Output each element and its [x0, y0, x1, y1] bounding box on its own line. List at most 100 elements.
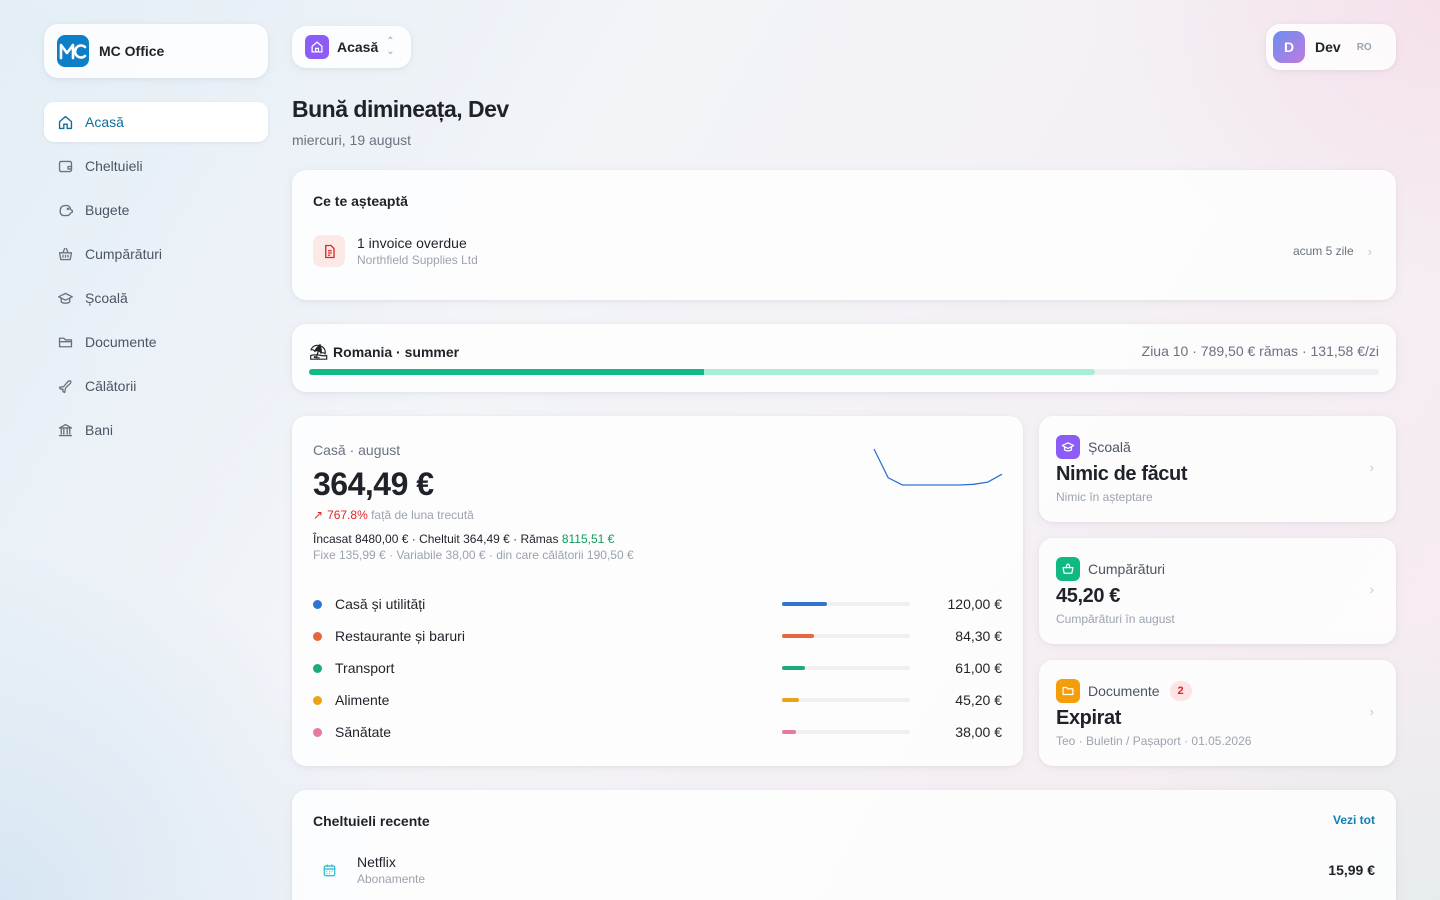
language-badge[interactable]: RO: [1357, 42, 1372, 53]
recent-expenses-card: Cheltuieli recente Vezi tot Netflix Abon…: [292, 790, 1396, 900]
school-subtitle: Nimic în așteptare: [1056, 490, 1153, 504]
home-change-pct: 767.8%: [327, 508, 368, 522]
sidebar-item-label: Școală: [85, 290, 128, 306]
trip-title: Romania · summer: [333, 344, 460, 360]
chevron-right-icon: ›: [1369, 582, 1374, 597]
sidebar-item-label: Acasă: [85, 114, 124, 130]
see-all-link[interactable]: Vezi tot: [1333, 813, 1375, 827]
trip-title-row: ⛱ Romania · summer: [309, 343, 459, 361]
trip-info: Ziua 10 · 789,50 € rămas · 131,58 €/zi: [1141, 343, 1379, 359]
basket-icon: [56, 245, 74, 263]
category-name: Alimente: [335, 692, 390, 708]
workspace-switcher[interactable]: Acasă ⌃ ⌄: [292, 26, 411, 68]
sidebar-item-cumparaturi[interactable]: Cumpărături: [44, 234, 268, 274]
category-bar-fill: [782, 730, 797, 734]
documents-title: Expirat: [1056, 707, 1122, 729]
home-budget-card[interactable]: Casă · august 364,49 € ↗ 767.8% față de l…: [292, 416, 1023, 766]
category-dot: [313, 599, 322, 609]
category-dot: [313, 663, 322, 673]
awaiting-title: Ce te așteaptă: [313, 193, 408, 209]
sidebar-item-label: Documente: [85, 334, 157, 350]
avatar: D: [1273, 31, 1305, 63]
documents-card-header: Documente 2: [1056, 679, 1192, 703]
school-label: Școală: [1088, 439, 1131, 455]
shopping-card-header: Cumpărături: [1056, 557, 1165, 581]
sidebar-item-label: Bani: [85, 422, 114, 438]
category-value: 84,30 €: [955, 628, 1002, 644]
bank-icon: [56, 421, 74, 439]
sparkline-path: [873, 448, 1003, 486]
category-bar-fill: [782, 666, 806, 670]
wallet-icon: [56, 157, 74, 175]
category-row[interactable]: Sănătate 38,00 €: [313, 716, 1002, 748]
page-date: miercuri, 19 august: [292, 132, 412, 148]
category-bar: [782, 698, 910, 702]
sidebar-item-calatorii[interactable]: Călătorii: [44, 366, 268, 406]
awaiting-item-subtitle: Northfield Supplies Ltd: [357, 253, 478, 267]
sidebar-item-label: Călătorii: [85, 378, 137, 394]
workspace-label: Acasă: [337, 39, 379, 55]
category-bar: [782, 666, 910, 670]
documents-subtitle: Teo · Buletin / Pașaport · 01.05.2026: [1056, 734, 1252, 748]
awaiting-item-title: 1 invoice overdue: [357, 235, 467, 251]
shopping-subtitle: Cumpărături în august: [1056, 612, 1175, 626]
home-breakdown: Fixe 135,99 € · Variabile 38,00 € · din …: [313, 548, 634, 562]
chevron-updown-icon: ⌃ ⌄: [386, 36, 395, 57]
category-bar-fill: [782, 634, 814, 638]
awaiting-card: Ce te așteaptă 1 invoice overdue Northfi…: [292, 170, 1396, 300]
brand-logo: [57, 35, 89, 67]
calendar-icon: [313, 863, 345, 878]
category-bar-fill: [782, 698, 799, 702]
sidebar-item-label: Bugete: [85, 202, 130, 218]
brand-card[interactable]: MC Office: [44, 24, 268, 78]
documents-label: Documente: [1088, 683, 1160, 699]
category-row[interactable]: Transport 61,00 €: [313, 652, 1002, 684]
awaiting-item[interactable]: 1 invoice overdue Northfield Supplies Lt…: [313, 234, 1372, 268]
school-card-header: Școală: [1056, 435, 1131, 459]
school-title: Nimic de făcut: [1056, 463, 1188, 485]
chevron-right-icon: ›: [1367, 243, 1372, 259]
sidebar-item-scoala[interactable]: Școală: [44, 278, 268, 318]
home-icon: [305, 35, 329, 59]
folder-icon: [56, 333, 74, 351]
folder-icon: [1056, 679, 1080, 703]
sidebar-item-label: Cheltuieli: [85, 158, 143, 174]
home-icon: [56, 113, 74, 131]
documents-card[interactable]: Documente 2 Expirat Teo · Buletin / Pașa…: [1039, 660, 1396, 766]
category-row[interactable]: Restaurante și baruri 84,30 €: [313, 620, 1002, 652]
sidebar-item-bugete[interactable]: Bugete: [44, 190, 268, 230]
category-row[interactable]: Casă și utilități 120,00 €: [313, 588, 1002, 620]
sidebar-item-documente[interactable]: Documente: [44, 322, 268, 362]
expense-row[interactable]: Netflix Abonamente 15,99 €: [313, 852, 1375, 888]
category-row[interactable]: Alimente 45,20 €: [313, 684, 1002, 716]
brand-name: MC Office: [99, 43, 165, 59]
documents-count-badge: 2: [1169, 681, 1192, 701]
recent-title: Cheltuieli recente: [313, 813, 430, 829]
chevron-right-icon: ›: [1369, 704, 1374, 719]
user-name: Dev: [1315, 39, 1341, 55]
category-name: Restaurante și baruri: [335, 628, 465, 644]
category-bar: [782, 634, 910, 638]
category-bar: [782, 602, 910, 606]
invoice-icon: [313, 235, 345, 267]
expense-title: Netflix: [357, 854, 396, 870]
piggy-bank-icon: [56, 201, 74, 219]
sparkline: [873, 448, 1003, 486]
sidebar-item-acasa[interactable]: Acasă: [44, 102, 268, 142]
home-amount: 364,49 €: [313, 466, 434, 502]
user-menu[interactable]: D Dev RO: [1266, 24, 1396, 70]
expense-amount: 15,99 €: [1328, 862, 1375, 878]
shopping-title: 45,20 €: [1056, 585, 1120, 607]
sidebar-item-bani[interactable]: Bani: [44, 410, 268, 450]
sidebar-item-cheltuieli[interactable]: Cheltuieli: [44, 146, 268, 186]
category-value: 45,20 €: [955, 692, 1002, 708]
category-name: Transport: [335, 660, 395, 676]
category-bar-fill: [782, 602, 827, 606]
trip-card[interactable]: ⛱ Romania · summer Ziua 10 · 789,50 € ră…: [292, 324, 1396, 392]
sidebar-nav: Acasă Cheltuieli Bugete Cumpărături Școa…: [44, 102, 268, 454]
page-title: Bună dimineața, Dev: [292, 96, 509, 122]
shopping-card[interactable]: Cumpărături 45,20 € Cumpărături în augus…: [1039, 538, 1396, 644]
trip-progress: [309, 369, 1379, 375]
school-card[interactable]: Școală Nimic de făcut Nimic în așteptare…: [1039, 416, 1396, 522]
home-summary: Încasat 8480,00 € · Cheltuit 364,49 € · …: [313, 532, 614, 546]
